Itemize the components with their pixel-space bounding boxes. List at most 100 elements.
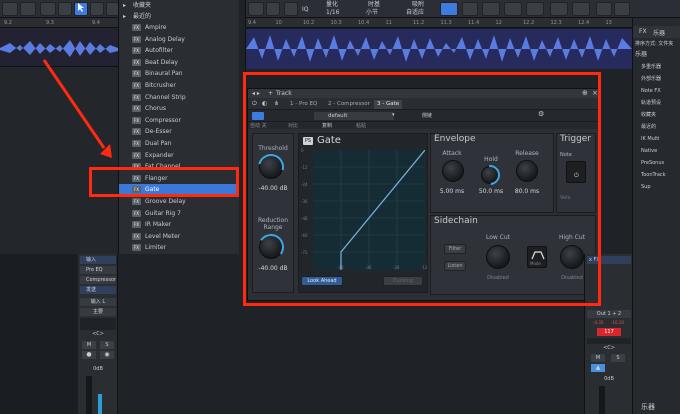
toolbar-button-10[interactable] [572, 2, 590, 16]
browser-item-label: IR Maker [145, 221, 172, 229]
browser-recent[interactable]: ▸ 最近的 [119, 11, 239, 22]
toolbar-button-8[interactable] [526, 2, 544, 16]
browser-item-label: Level Meter [145, 232, 181, 240]
fx-badge: FX [132, 140, 141, 147]
browser-item-bitcrusher[interactable]: FX Bitcrusher [119, 80, 239, 91]
browser-item-dual-pan[interactable]: FX Dual Pan [119, 138, 239, 149]
right-item[interactable]: Sup [635, 182, 680, 192]
toolbar-button-1[interactable] [2, 2, 18, 16]
browser-item-guitar-rig-7[interactable]: FX Guitar Rig 7 [119, 208, 239, 219]
quantize-value[interactable]: 1/16 [326, 9, 339, 16]
mute-button-right[interactable]: M [591, 354, 605, 362]
arrow-tool-button[interactable] [74, 2, 88, 16]
toolbar-button-2[interactable] [20, 2, 36, 16]
toolbar-button-6[interactable] [482, 2, 500, 16]
input-select[interactable]: 输入 L [80, 298, 116, 306]
ruler-tick: 9.3 [46, 20, 54, 26]
fader-db: 0dB [93, 366, 103, 372]
browser-item-binaural-pan[interactable]: FX Binaural Pan [119, 68, 239, 79]
fx-badge: FX [132, 151, 141, 159]
browser-item-level-meter[interactable]: FX Level Meter [119, 231, 239, 242]
toolbar-button-3[interactable] [40, 2, 56, 16]
solo-button[interactable]: S [100, 341, 114, 349]
browser-item-groove-delay[interactable]: FX Groove Delay [119, 196, 239, 207]
snap-toggle-button[interactable] [440, 2, 458, 16]
right-item[interactable]: PreSonus [635, 158, 680, 168]
output-select[interactable]: 主要 [80, 308, 116, 316]
right-item[interactable]: 轨道预设 [635, 98, 680, 108]
toolbar-button-7[interactable] [504, 2, 522, 16]
browser-item-limiter[interactable]: FX Limiter [119, 242, 239, 253]
browser-item-beat-delay[interactable]: FX Beat Delay [119, 57, 239, 68]
tab-fx[interactable]: FX [639, 28, 647, 35]
right-item[interactable]: Note FX [635, 86, 680, 96]
browser-item-channel-strip[interactable]: FX Channel Strip [119, 92, 239, 103]
instrument-root[interactable]: 乐器 [635, 50, 680, 60]
browser-item-compressor[interactable]: FX Compressor [119, 115, 239, 126]
insert-pro-eq[interactable]: Pro EQ [80, 266, 116, 274]
browser-item-label: Bitcrusher [145, 82, 176, 89]
monitor-button[interactable]: ◉ [100, 351, 114, 359]
right-item[interactable]: 最近的 [635, 122, 680, 132]
toolbar-button-12[interactable] [614, 2, 630, 16]
browser-item-label: Expander [145, 151, 174, 159]
pan-slider-right[interactable] [587, 338, 631, 344]
right-item[interactable]: Native [635, 146, 680, 156]
timebase-value[interactable]: 小节 [366, 9, 378, 16]
volume-fader[interactable] [86, 376, 92, 414]
fx-badge: FX [132, 244, 141, 252]
track-number-badge: 117 [597, 328, 621, 336]
browser-item-chorus[interactable]: FX Chorus [119, 103, 239, 114]
send-slot[interactable]: 发送 [80, 286, 116, 294]
toolbar-button-5[interactable] [462, 2, 478, 16]
toolbar-button-9[interactable] [550, 2, 568, 16]
highlight-gate-item [89, 167, 239, 197]
quantize-label: 量化 [326, 1, 339, 8]
browser-item-expander[interactable]: FX Expander [119, 150, 239, 161]
browser-item-label: Beat Delay [145, 58, 178, 66]
pan-slider[interactable] [80, 318, 116, 330]
browser-item-autofilter[interactable]: FX Autofilter [119, 45, 239, 56]
plugin-browser: ▸ 收藏夹 ▸ 最近的 FX Ampire FX Analog Delay FX Autofi… [118, 0, 246, 254]
toolbar-button-11[interactable] [596, 2, 612, 16]
ruler-tick: 13 [605, 20, 612, 26]
right-item[interactable]: 多重乐器 [635, 62, 680, 72]
audio-track-main[interactable] [246, 29, 632, 69]
sort-label: 排序方式: 文件夹 [635, 41, 674, 47]
right-item[interactable]: IK Multi [635, 134, 680, 144]
fx-badge: FX [132, 93, 141, 101]
toolbar-button-4[interactable] [58, 2, 72, 16]
right-item[interactable]: 收藏夹 [635, 110, 680, 120]
browser-favorites[interactable]: ▸ 收藏夹 [119, 0, 239, 11]
right-item[interactable]: 外部乐器 [635, 74, 680, 84]
level-b: -10.10 [611, 320, 624, 325]
ruler-tick: 12.2 [523, 20, 535, 26]
insert-compressor[interactable]: Compressor [80, 276, 116, 284]
solo-button-right[interactable]: S [611, 354, 625, 362]
fx-badge: FX [132, 232, 141, 240]
time-ruler-main[interactable]: 9.4 10 10.2 10.3 10.4 11 11.2 11.3 11.4 12 12.2 12.… [246, 18, 632, 28]
right-browser-panel: FX 乐器 排序方式: 文件夹 乐器 多重乐器外部乐器 Note FX 轨道预设收藏… [632, 18, 680, 414]
right-item[interactable]: ToonTrack [635, 170, 680, 180]
tab-instruments[interactable]: 乐器 [653, 28, 665, 37]
browser-item-ampire[interactable]: FX Ampire [119, 22, 239, 33]
timebase-label: 时基 [368, 1, 381, 8]
record-button[interactable]: ● [82, 351, 96, 359]
monitor-button-right[interactable]: ▲ [591, 364, 605, 372]
range-tool-button[interactable] [90, 2, 104, 16]
snap-value[interactable]: 自适应 [406, 9, 424, 16]
ruler-tick: 10 [275, 20, 282, 26]
transport-button-2[interactable] [266, 2, 280, 16]
browser-item-ir-maker[interactable]: FX IR Maker [119, 219, 239, 230]
transport-button-1[interactable] [248, 2, 264, 16]
iq-label[interactable]: IQ [302, 6, 309, 13]
input-slot[interactable]: 输入 [80, 256, 116, 264]
fx-badge: FX [132, 35, 141, 43]
browser-item-analog-delay[interactable]: FX Analog Delay [119, 34, 239, 45]
browser-item-de-esser[interactable]: FX De-Esser [119, 126, 239, 137]
output-select-right[interactable]: Out 1 + 2 [587, 310, 631, 318]
time-ruler-left[interactable]: 9.2 9.3 9.4 [0, 18, 118, 28]
mute-button[interactable]: M [82, 341, 96, 349]
volume-fader-right[interactable] [599, 386, 605, 414]
transport-button-3[interactable] [284, 2, 298, 16]
